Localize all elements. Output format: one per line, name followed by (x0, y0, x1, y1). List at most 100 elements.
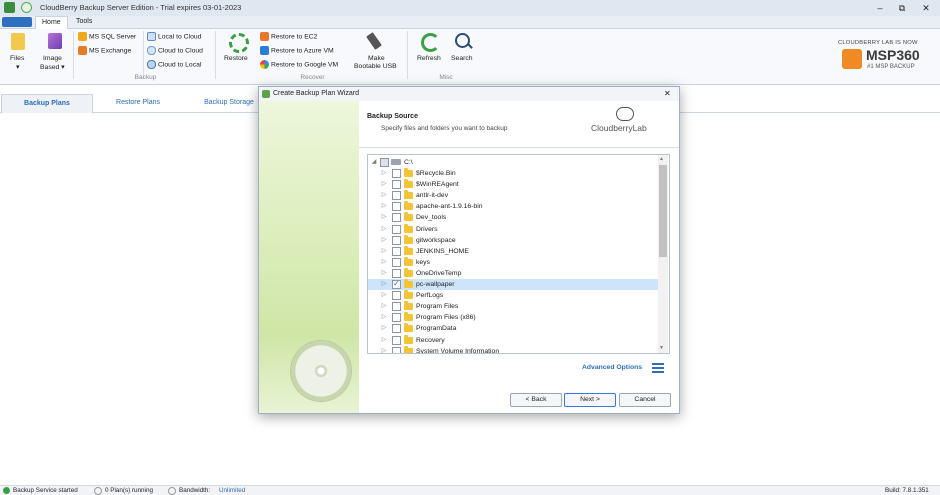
folder-row[interactable]: ▷ keys (368, 256, 658, 268)
folder-checkbox[interactable] (392, 291, 401, 301)
close-button[interactable]: ✕ (912, 0, 940, 16)
folder-checkbox[interactable] (392, 213, 401, 223)
restore-button[interactable]: Restore (222, 31, 254, 71)
dialog-close-button[interactable]: ✕ (664, 89, 671, 98)
hamburger-menu-icon[interactable] (652, 363, 664, 374)
tab-home[interactable]: Home (35, 16, 68, 29)
search-button[interactable]: Search (450, 31, 478, 71)
search-label: Search (451, 55, 473, 62)
folder-row[interactable]: ▷ OneDriveTemp (368, 267, 658, 279)
folder-row[interactable]: ▷ antlr-it-dev (368, 190, 658, 201)
database-icon (78, 32, 87, 41)
app-menu-icon[interactable] (4, 2, 15, 13)
folder-icon (404, 212, 413, 222)
folder-checkbox[interactable] (392, 257, 401, 267)
refresh-quick-icon[interactable] (21, 2, 32, 13)
ribbon-separator (407, 31, 408, 79)
folder-checkbox[interactable]: ✓ (392, 279, 401, 289)
folder-row[interactable]: ▷ System Volume Information (368, 345, 658, 353)
expand-arrow-icon[interactable]: ▷ (380, 323, 388, 334)
ms-sql-button[interactable]: MS SQL Server (78, 32, 136, 41)
folder-checkbox[interactable] (392, 324, 401, 334)
collapse-arrow-icon[interactable]: ◢ (370, 157, 378, 168)
folder-row[interactable]: ▷ Drivers (368, 223, 658, 235)
expand-arrow-icon[interactable]: ▷ (380, 257, 388, 268)
folder-row[interactable]: ▷ Program Files (368, 301, 658, 312)
cloud-to-cloud-button[interactable]: Cloud to Cloud (147, 46, 203, 55)
folder-icon (404, 279, 413, 288)
folder-checkbox[interactable] (392, 224, 401, 234)
expand-arrow-icon[interactable]: ▷ (380, 279, 388, 290)
ms-exchange-button[interactable]: MS Exchange (78, 46, 131, 55)
folder-checkbox[interactable] (392, 169, 401, 178)
image-based-button[interactable]: Image Based ▾ (40, 31, 70, 71)
expand-arrow-icon[interactable]: ▷ (380, 201, 388, 212)
restore-azure-button[interactable]: Restore to Azure VM (260, 46, 334, 55)
expand-arrow-icon[interactable]: ▷ (380, 190, 388, 201)
restore-google-button[interactable]: Restore to Google VM (260, 60, 338, 69)
folder-checkbox[interactable] (392, 268, 401, 278)
bootable-usb-button[interactable]: Make Bootable USB (352, 31, 402, 73)
folder-row[interactable]: ▷ ProgramData (368, 323, 658, 334)
folder-row[interactable]: ▷ gitworkspace (368, 234, 658, 246)
folder-row[interactable]: ▷ Recovery (368, 334, 658, 346)
folder-checkbox[interactable] (392, 313, 401, 323)
folder-checkbox[interactable] (392, 235, 401, 245)
folder-row[interactable]: ▷ $WinREAgent (368, 179, 658, 190)
folder-icon (404, 345, 413, 353)
expand-arrow-icon[interactable]: ▷ (380, 290, 388, 301)
local-to-cloud-button[interactable]: Local to Cloud (147, 32, 201, 41)
scrollbar-thumb[interactable] (659, 165, 667, 257)
tree-scrollbar[interactable]: ▲ ▼ (658, 155, 668, 353)
folder-checkbox[interactable] (392, 202, 401, 212)
tab-backup-plans[interactable]: Backup Plans (1, 94, 93, 114)
expand-arrow-icon[interactable]: ▷ (380, 301, 388, 312)
tab-restore-plans[interactable]: Restore Plans (96, 94, 180, 112)
step-subheading: Specify files and folders you want to ba… (381, 125, 508, 132)
expand-arrow-icon[interactable]: ▷ (380, 268, 388, 279)
expand-arrow-icon[interactable]: ▷ (380, 312, 388, 323)
tab-tools[interactable]: Tools (70, 16, 98, 28)
files-button[interactable]: Files ▾ (8, 31, 30, 71)
cloud-to-local-button[interactable]: Cloud to Local (147, 60, 201, 69)
scroll-up-icon[interactable]: ▲ (659, 156, 664, 162)
folder-checkbox[interactable] (392, 180, 401, 190)
folder-row[interactable]: ▷ apache-ant-1.9.16-bin (368, 201, 658, 212)
brand-name: MSP360 (866, 47, 920, 63)
folder-checkbox[interactable] (392, 302, 401, 312)
folder-checkbox[interactable] (392, 191, 401, 201)
folder-checkbox[interactable] (392, 246, 401, 256)
expand-arrow-icon[interactable]: ▷ (380, 246, 388, 257)
tree-root[interactable]: ◢ C:\ (368, 157, 658, 168)
next-button[interactable]: Next > (564, 393, 616, 407)
cancel-button[interactable]: Cancel (619, 393, 671, 407)
folder-checkbox[interactable] (392, 335, 401, 345)
expand-arrow-icon[interactable]: ▷ (380, 179, 388, 190)
folder-row[interactable]: ▷ PerfLogs (368, 290, 658, 301)
expand-arrow-icon[interactable]: ▷ (380, 335, 388, 346)
expand-arrow-icon[interactable]: ▷ (380, 168, 388, 179)
folder-checkbox[interactable] (392, 346, 401, 353)
expand-arrow-icon[interactable]: ▷ (380, 346, 388, 353)
back-button[interactable]: < Back (510, 393, 562, 407)
root-checkbox[interactable] (380, 158, 389, 167)
restore-ec2-button[interactable]: Restore to EC2 (260, 32, 317, 41)
scroll-down-icon[interactable]: ▼ (659, 345, 664, 351)
expand-arrow-icon[interactable]: ▷ (380, 212, 388, 223)
folder-row[interactable]: ▷ ✓ pc-wallpaper (368, 279, 658, 290)
folder-row[interactable]: ▷ Dev_tools (368, 212, 658, 223)
ribbon-separator (215, 31, 216, 79)
folder-row[interactable]: ▷ Program Files (x86) (368, 312, 658, 323)
folder-icon (404, 256, 413, 266)
refresh-button[interactable]: Refresh (416, 31, 444, 71)
folder-row[interactable]: ▷ $Recycle.Bin (368, 168, 658, 179)
advanced-options-link[interactable]: Advanced Options (582, 364, 642, 371)
folder-icon (404, 312, 413, 322)
restore-ec2-label: Restore to EC2 (270, 33, 318, 41)
app-menu-button[interactable] (2, 17, 32, 27)
folder-row[interactable]: ▷ JENKINS_HOME (368, 245, 658, 257)
expand-arrow-icon[interactable]: ▷ (380, 224, 388, 235)
folder-tree[interactable]: ◢ C:\ ▷ $Recycle.Bin ▷ $WinREAgent ▷ antlr-it… (367, 154, 670, 354)
expand-arrow-icon[interactable]: ▷ (380, 235, 388, 246)
folder-name: Program Files (416, 303, 459, 311)
